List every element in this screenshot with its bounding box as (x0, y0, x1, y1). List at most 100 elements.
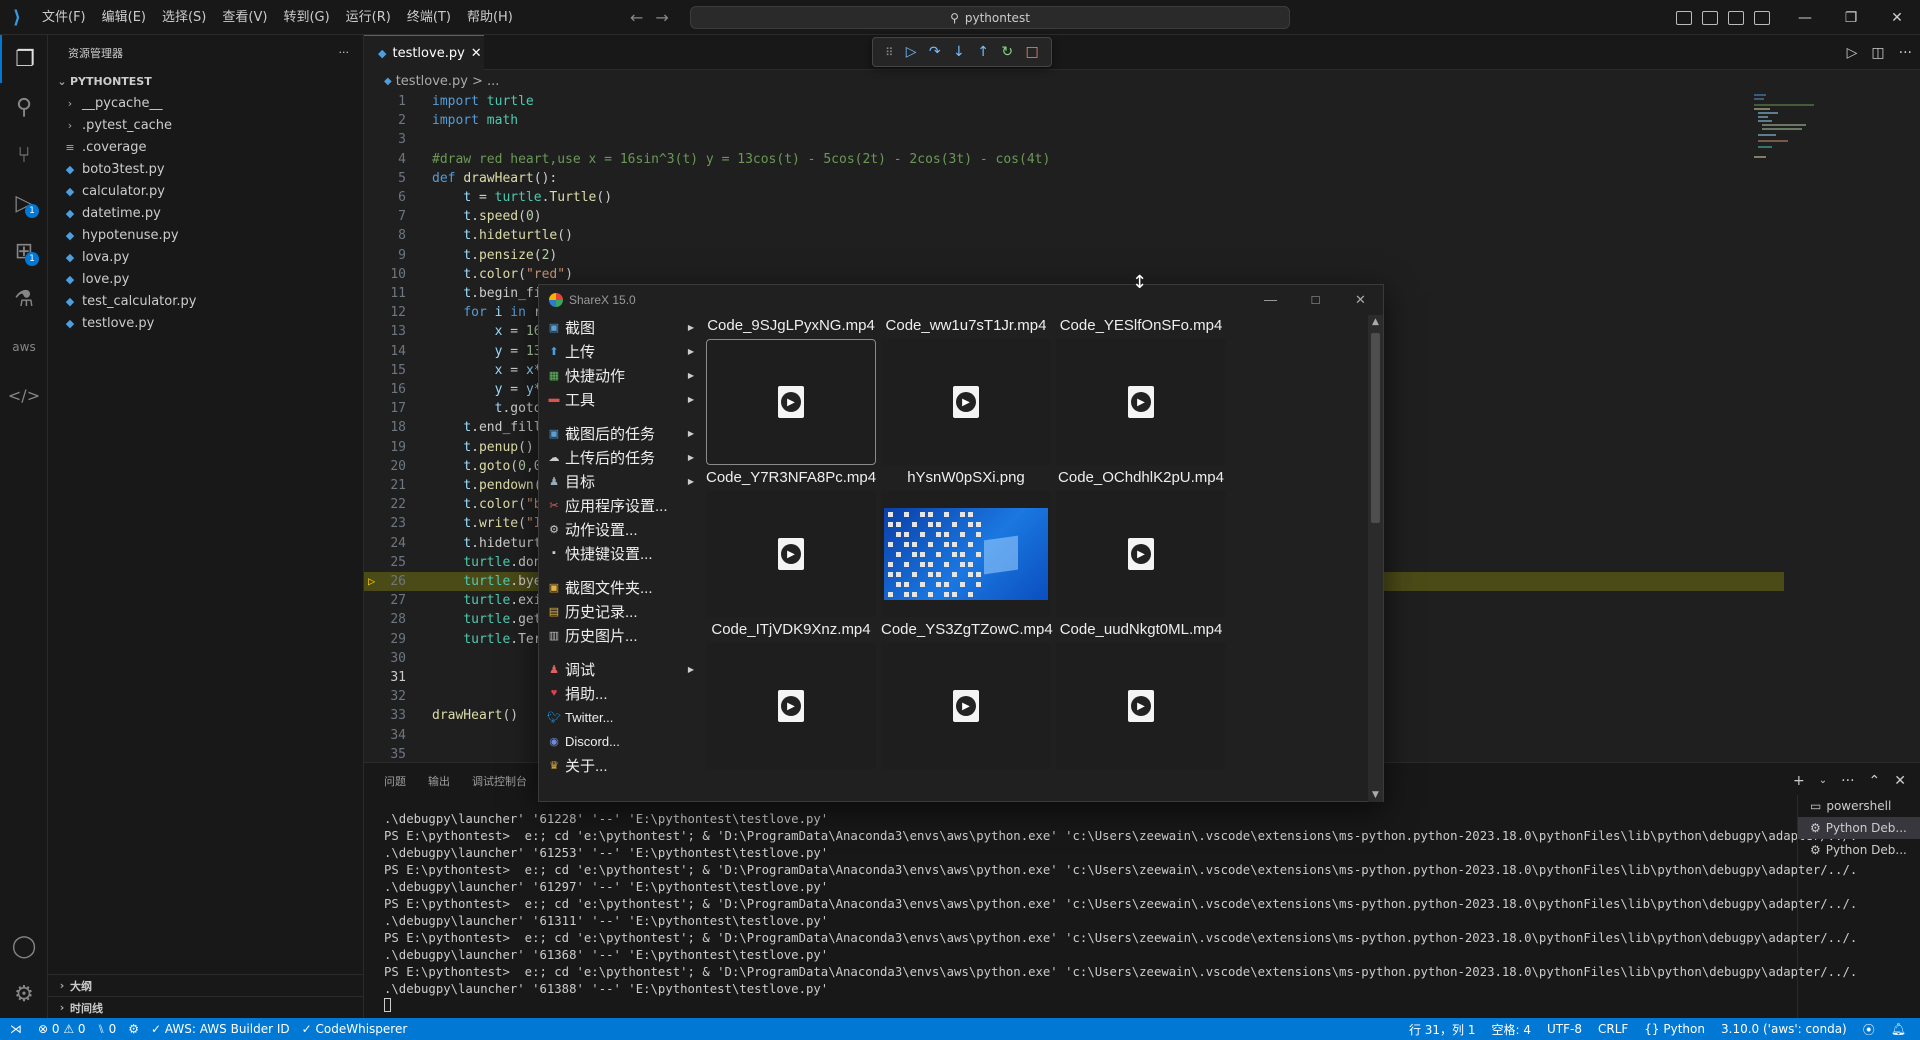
aws-status[interactable]: ✓ AWS: AWS Builder ID (145, 1022, 296, 1036)
sharex-menu-item[interactable]: 🐦︎ Twitter... (539, 705, 702, 729)
account-icon[interactable]: ◯ (0, 922, 48, 970)
sharex-menu-item[interactable]: ♛ 关于... (539, 753, 702, 777)
sharex-menu-item[interactable]: ▦ 快捷动作 ▶ (539, 363, 702, 387)
extensions-icon[interactable]: ⊞ 1 (0, 227, 48, 275)
indentation[interactable]: 空格: 4 (1484, 1021, 1540, 1038)
sharex-menu-item[interactable]: ✂ 应用程序设置... (539, 493, 702, 517)
code-line[interactable]: 10 t.color("red") (364, 265, 1784, 284)
history-item[interactable]: Code_YS3ZgTZowC.mp4 ▶ (881, 619, 1053, 769)
tab-close-icon[interactable]: ✕ (471, 46, 482, 61)
menu-item[interactable]: 文件(F) (34, 0, 94, 35)
back-arrow-icon[interactable]: ← (630, 8, 643, 27)
forward-arrow-icon[interactable]: → (655, 8, 668, 27)
settings-gear-icon[interactable]: ⚙ (0, 970, 48, 1018)
encoding[interactable]: UTF-8 (1539, 1022, 1590, 1036)
tree-item[interactable]: ◆ lova.py (48, 246, 363, 268)
menu-item[interactable]: 选择(S) (154, 0, 214, 35)
split-editor-icon[interactable]: ◫ (1871, 45, 1884, 61)
code-line[interactable]: 9 t.pensize(2) (364, 246, 1784, 265)
more-actions-icon[interactable]: ··· (339, 46, 350, 59)
code-line[interactable]: 7 t.speed(0) (364, 207, 1784, 226)
scroll-up-icon[interactable]: ▲ (1368, 317, 1383, 327)
chevron-down-icon[interactable]: ⌄ (1819, 775, 1827, 786)
continue-icon[interactable]: ▷ (906, 44, 917, 60)
history-thumbnail[interactable]: ▶ (1056, 491, 1226, 617)
problems-status[interactable]: ⊗ 0 ⚠ 0 (32, 1022, 92, 1036)
ports-status[interactable]: ⑊ 0 (92, 1022, 123, 1036)
history-item[interactable]: Code_ww1u7sT1Jr.mp4 ▶ (881, 315, 1051, 465)
cursor-position[interactable]: 行 31，列 1 (1401, 1021, 1484, 1038)
sharex-menu-item[interactable]: ▣ 截图后的任务 ▶ (539, 421, 702, 445)
code-line[interactable]: 6 t = turtle.Turtle() (364, 188, 1784, 207)
history-item[interactable]: hYsnW0pSXi.png (881, 467, 1051, 617)
customize-layout-icon[interactable] (1754, 10, 1770, 25)
broadcast-icon[interactable]: ⦿ (1855, 1021, 1883, 1038)
menu-item[interactable]: 运行(R) (338, 0, 399, 35)
menu-item[interactable]: 终端(T) (399, 0, 459, 35)
tree-item[interactable]: ◆ love.py (48, 268, 363, 290)
stop-icon[interactable]: □ (1026, 44, 1039, 60)
tree-item[interactable]: › __pycache__ (48, 92, 363, 114)
menu-item[interactable]: 查看(V) (214, 0, 275, 35)
testing-icon[interactable]: ⚗ (0, 275, 48, 323)
code-line[interactable]: 4 #draw red heart,use x = 16sin^3(t) y = … (364, 150, 1784, 169)
minimap[interactable] (1750, 92, 1820, 162)
sharex-titlebar[interactable]: ShareX 15.0 — □ ✕ (539, 285, 1383, 315)
sharex-menu-item[interactable]: ⬆ 上传 ▶ (539, 339, 702, 363)
source-control-icon[interactable]: ⑂ (0, 131, 48, 179)
scrollbar-thumb[interactable] (1371, 333, 1380, 523)
sharex-scrollbar[interactable]: ▲ ▼ (1368, 315, 1383, 802)
close-icon[interactable]: ✕ (1874, 10, 1920, 26)
panel-tab[interactable]: 调试控制台 (472, 773, 527, 789)
sharex-minimize-icon[interactable]: — (1248, 285, 1293, 315)
minimize-icon[interactable]: — (1782, 10, 1828, 26)
code-line[interactable]: 1 import turtle (364, 92, 1784, 111)
code-line[interactable]: 3 (364, 130, 1784, 149)
toggle-secondary-sidebar-icon[interactable] (1728, 10, 1744, 25)
sharex-menu-item[interactable]: ▣ 截图文件夹... (539, 575, 702, 599)
restore-icon[interactable]: ❐ (1828, 10, 1874, 26)
scroll-down-icon[interactable]: ▼ (1368, 790, 1383, 800)
history-item[interactable]: Code_Y7R3NFA8Pc.mp4 ▶ (706, 467, 876, 617)
history-thumbnail[interactable]: ▶ (706, 643, 876, 769)
tree-item[interactable]: ◆ boto3test.py (48, 158, 363, 180)
history-thumbnail[interactable]: ▶ (1056, 339, 1226, 465)
tree-item[interactable]: ◆ datetime.py (48, 202, 363, 224)
end-of-line[interactable]: CRLF (1590, 1022, 1636, 1036)
sharex-menu-item[interactable]: ♥ 捐助... (539, 681, 702, 705)
drag-handle-icon[interactable]: ⠿ (885, 46, 893, 59)
sharex-menu-item[interactable]: ▤ 历史记录... (539, 599, 702, 623)
sharex-close-icon[interactable]: ✕ (1338, 285, 1383, 315)
history-item[interactable]: Code_ITjVDK9Xnz.mp4 ▶ (706, 619, 876, 769)
code-line[interactable]: 5 def drawHeart(): (364, 169, 1784, 188)
code-line[interactable]: 8 t.hideturtle() (364, 226, 1784, 245)
run-file-icon[interactable]: ▷ (1847, 45, 1858, 61)
terminal-output[interactable]: .\debugpy\launcher' '61228' '--' 'E:\pyt… (384, 811, 1857, 1017)
tab-testlove[interactable]: ◆ testlove.py ✕ (364, 35, 484, 70)
toggle-sidebar-icon[interactable] (1676, 10, 1692, 25)
history-item[interactable]: Code_OChdhlK2pU.mp4 ▶ (1056, 467, 1226, 617)
new-terminal-icon[interactable]: + (1793, 773, 1805, 789)
sharex-menu-item[interactable]: ▪ 快捷键设置... (539, 541, 702, 565)
step-over-icon[interactable]: ↷ (929, 44, 941, 60)
step-out-icon[interactable]: ↑ (977, 44, 989, 60)
sharex-menu-item[interactable]: ♟ 目标 ▶ (539, 469, 702, 493)
terminal-instance[interactable]: ▭ powershell (1798, 795, 1920, 817)
sharex-menu-item[interactable]: ▬ 工具 ▶ (539, 387, 702, 411)
breadcrumb-file[interactable]: testlove.py (396, 74, 468, 89)
sharex-menu-item[interactable]: ▥ 历史图片... (539, 623, 702, 647)
sharex-menu-item[interactable]: ◉ Discord... (539, 729, 702, 753)
history-thumbnail[interactable]: ▶ (881, 339, 1051, 465)
debug-status-icon[interactable]: ⚙ (122, 1022, 145, 1036)
restart-icon[interactable]: ↻ (1001, 44, 1013, 60)
panel-tab[interactable]: 问题 (384, 773, 406, 789)
tree-item[interactable]: ◆ calculator.py (48, 180, 363, 202)
breadcrumb-rest[interactable]: > ... (472, 74, 499, 89)
history-item[interactable]: Code_9SJgLPyxNG.mp4 ▶ (706, 315, 876, 465)
history-thumbnail[interactable]: ▶ (881, 643, 1051, 769)
toggle-panel-icon[interactable] (1702, 10, 1718, 25)
close-panel-icon[interactable]: ✕ (1894, 773, 1906, 789)
command-center-search[interactable]: ⚲ pythontest (690, 6, 1290, 29)
menu-item[interactable]: 帮助(H) (459, 0, 521, 35)
tree-item[interactable]: › .pytest_cache (48, 114, 363, 136)
